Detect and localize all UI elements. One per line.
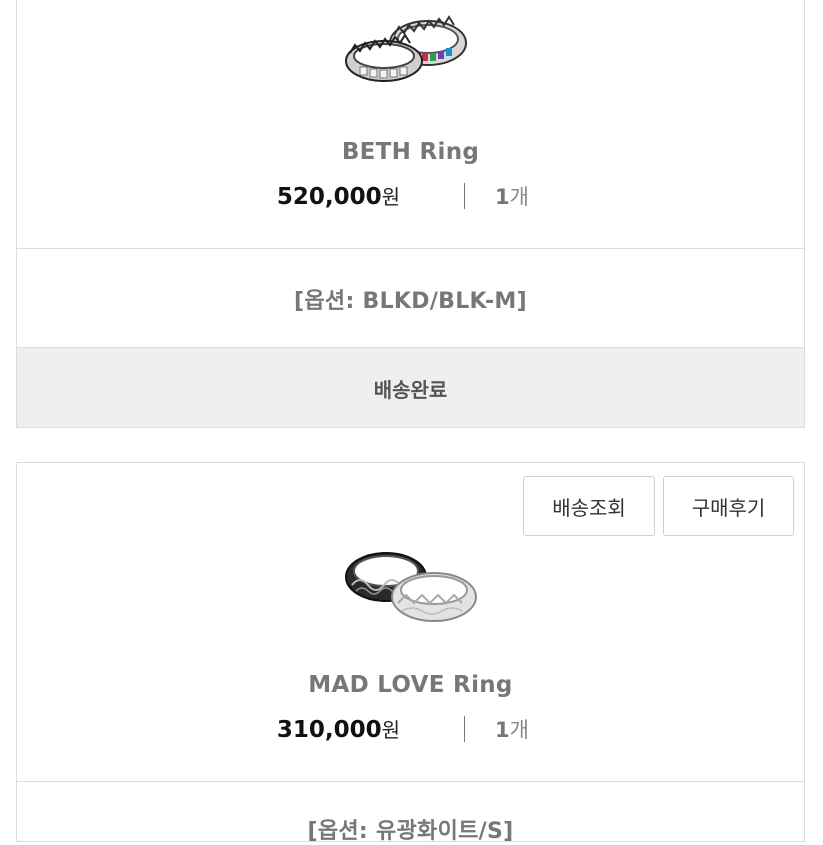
order-status: 배송완료 [373, 378, 448, 402]
price-row: 310,000원 1개 [17, 714, 804, 744]
divider [464, 183, 465, 209]
product-name[interactable]: MAD LOVE Ring [17, 672, 804, 698]
price-value: 520,000 [276, 184, 382, 210]
price-row: 520,000원 1개 [17, 181, 804, 211]
order-card: 배송조회 구매후기 MAD LOVE Ring 310,000원 1개 [옵션:… [16, 462, 805, 844]
status-bar: 배송완료 [17, 348, 804, 427]
product-image[interactable] [336, 535, 486, 635]
quantity-unit: 개 [509, 718, 529, 742]
quantity: 1개 [495, 714, 529, 744]
order-card: BETH Ring 520,000원 1개 [옵션: BLKD/BLK-M] 배… [16, 0, 805, 428]
divider [17, 781, 804, 782]
price: 310,000원 [277, 714, 400, 743]
quantity-unit: 개 [509, 185, 529, 209]
track-delivery-button[interactable]: 배송조회 [523, 476, 655, 536]
currency-unit: 원 [381, 718, 400, 742]
quantity-value: 1 [495, 185, 510, 209]
divider [464, 716, 465, 742]
divider [17, 248, 804, 249]
quantity-value: 1 [495, 718, 510, 742]
option-text: [옵션: 유광화이트/S] [307, 819, 514, 844]
option-text: [옵션: BLKD/BLK-M] [294, 289, 527, 314]
product-name[interactable]: BETH Ring [17, 139, 804, 165]
quantity: 1개 [495, 181, 529, 211]
price-value: 310,000 [276, 717, 382, 743]
write-review-button[interactable]: 구매후기 [663, 476, 794, 536]
currency-unit: 원 [381, 185, 400, 209]
price: 520,000원 [277, 181, 400, 210]
product-image[interactable] [336, 5, 486, 89]
